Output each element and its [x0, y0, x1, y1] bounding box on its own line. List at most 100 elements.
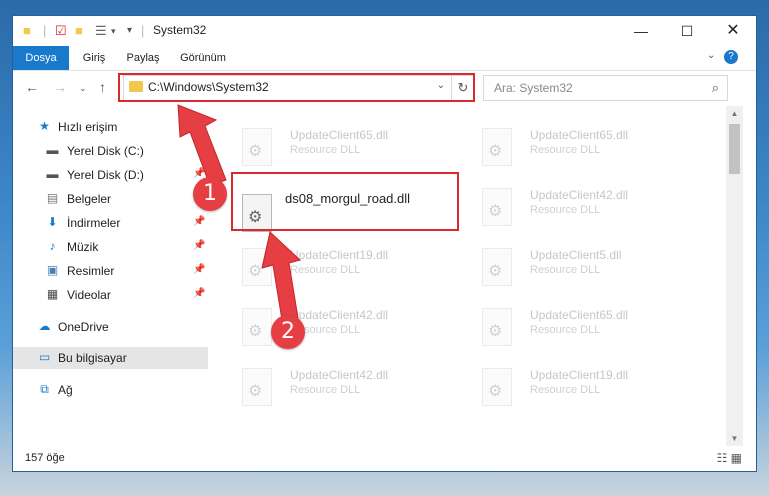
- new-folder-icon[interactable]: ■: [75, 23, 83, 39]
- list-item[interactable]: UpdateClient65.dll Resource DLL: [228, 120, 458, 174]
- dll-file-icon: [242, 248, 272, 286]
- scrollbar-thumb[interactable]: [729, 124, 740, 174]
- dll-file-icon: [482, 368, 512, 406]
- sidebar-item-label: Belgeler: [67, 192, 112, 206]
- search-input[interactable]: Ara: System32 ⌕: [483, 75, 728, 101]
- sidebar-item-downloads[interactable]: ⬇ İndirmeler 📌: [13, 212, 208, 234]
- customize-toolbar-icon[interactable]: ▾: [127, 23, 132, 39]
- file-name: UpdateClient19.dll: [530, 368, 629, 382]
- computer-icon: ▭: [38, 350, 51, 364]
- title-bar: ■ | ☑ ■ ☰ ▾ ▾ | System32 — ☐ ✕: [13, 16, 756, 46]
- sidebar-item-label: Bu bilgisayar: [58, 351, 127, 365]
- quick-access-toolbar-icon[interactable]: ☰: [95, 23, 107, 39]
- dll-file-icon: [242, 128, 272, 166]
- file-type: Resource DLL: [530, 264, 601, 276]
- recent-locations-icon[interactable]: ⌄: [79, 83, 87, 94]
- file-type: Resource DLL: [290, 384, 361, 396]
- help-icon[interactable]: ?: [724, 50, 738, 64]
- dll-file-icon: [482, 308, 512, 346]
- file-name: UpdateClient42.dll: [290, 308, 389, 322]
- file-type: Resource DLL: [530, 324, 601, 336]
- sidebar-item-label: Ağ: [58, 383, 73, 397]
- sidebar-item-quick-access[interactable]: ★ Hızlı erişim: [13, 116, 208, 138]
- forward-button[interactable]: →: [53, 79, 67, 95]
- file-name: UpdateClient65.dll: [290, 128, 389, 142]
- file-type: Resource DLL: [530, 204, 601, 216]
- list-item[interactable]: UpdateClient65.dll Resource DLL: [468, 300, 698, 354]
- sidebar-item-pictures[interactable]: ▣ Resimler 📌: [13, 260, 208, 282]
- sidebar-item-local-disk-d[interactable]: ▬ Yerel Disk (D:) 📌: [13, 164, 208, 186]
- list-item[interactable]: UpdateClient19.dll Resource DLL: [468, 360, 698, 414]
- network-icon: ⧉: [40, 382, 49, 396]
- sidebar-item-music[interactable]: ♪ Müzik 📌: [13, 236, 208, 258]
- scroll-up-icon[interactable]: ▲: [726, 109, 743, 118]
- list-item[interactable]: UpdateClient42.dll Resource DLL: [228, 360, 458, 414]
- drive-icon: ▬: [46, 167, 59, 181]
- scroll-down-icon[interactable]: ▼: [726, 434, 743, 443]
- list-item[interactable]: UpdateClient42.dll Resource DLL: [468, 180, 698, 234]
- tab-dosya[interactable]: Dosya: [13, 46, 69, 70]
- file-type: Resource DLL: [530, 384, 601, 396]
- list-item[interactable]: UpdateClient65.dll Resource DLL: [468, 120, 698, 174]
- video-icon: ▦: [46, 287, 59, 301]
- item-count: 157 öğe: [25, 452, 65, 464]
- callout-2: 2: [271, 315, 305, 349]
- list-item[interactable]: UpdateClient42.dll Resource DLL: [228, 300, 458, 354]
- search-placeholder: Ara: System32: [494, 81, 573, 95]
- vertical-scrollbar[interactable]: ▲ ▼: [726, 106, 743, 446]
- chevron-down-icon[interactable]: ▾: [111, 23, 116, 39]
- ribbon-expand-icon[interactable]: ⌄: [707, 50, 715, 61]
- separator-icon: |: [43, 23, 47, 38]
- tab-paylas[interactable]: Paylaş: [119, 46, 167, 70]
- pin-icon[interactable]: 📌: [193, 264, 205, 275]
- dll-file-icon: [482, 128, 512, 166]
- file-type: Resource DLL: [530, 144, 601, 156]
- address-highlight-box: [118, 73, 475, 102]
- sidebar-item-videos[interactable]: ▦ Videolar 📌: [13, 284, 208, 306]
- drive-icon: ▬: [46, 143, 59, 157]
- file-name: UpdateClient42.dll: [530, 188, 629, 202]
- navigation-pane: ★ Hızlı erişim ▬ Yerel Disk (C:) ▬ Yerel…: [13, 106, 208, 446]
- sidebar-item-network[interactable]: ⧉ Ağ: [13, 379, 208, 401]
- view-toggle-icons[interactable]: ☷ ▦: [717, 451, 742, 465]
- music-icon: ♪: [49, 239, 56, 253]
- callout-1: 1: [193, 177, 227, 211]
- cloud-icon: ☁: [38, 319, 51, 333]
- list-item[interactable]: UpdateClient19.dll Resource DLL: [228, 240, 458, 294]
- tab-gorunum[interactable]: Görünüm: [173, 46, 233, 70]
- back-button[interactable]: ←: [25, 79, 39, 95]
- sidebar-item-local-disk-c[interactable]: ▬ Yerel Disk (C:): [13, 140, 208, 162]
- maximize-button[interactable]: ☐: [664, 16, 710, 46]
- sidebar-item-label: Yerel Disk (D:): [67, 168, 144, 182]
- sidebar-item-label: İndirmeler: [67, 216, 121, 230]
- list-item[interactable]: UpdateClient5.dll Resource DLL: [468, 240, 698, 294]
- properties-icon[interactable]: ☑: [55, 23, 67, 39]
- sidebar-item-this-pc[interactable]: ▭ Bu bilgisayar: [13, 347, 208, 369]
- pin-icon[interactable]: 📌: [193, 240, 205, 251]
- sidebar-item-label: OneDrive: [58, 320, 109, 334]
- star-icon: ★: [39, 119, 50, 133]
- folder-icon: ■: [23, 23, 31, 38]
- up-button[interactable]: ↑: [99, 79, 106, 95]
- file-name: UpdateClient65.dll: [530, 308, 629, 322]
- status-bar: 157 öğe ☷ ▦: [13, 446, 756, 471]
- sidebar-item-label: Hızlı erişim: [58, 120, 118, 134]
- maximize-icon: ☐: [680, 23, 694, 39]
- ribbon: Dosya Giriş Paylaş Görünüm ⌄ ?: [13, 46, 756, 71]
- explorer-window: ■ | ☑ ■ ☰ ▾ ▾ | System32 — ☐ ✕ Dosya Gir…: [13, 16, 756, 471]
- separator-icon: |: [141, 23, 145, 38]
- pin-icon[interactable]: 📌: [193, 288, 205, 299]
- pin-icon[interactable]: 📌: [193, 216, 205, 227]
- minimize-icon: —: [634, 23, 648, 39]
- file-type: Resource DLL: [290, 264, 361, 276]
- sidebar-item-documents[interactable]: ▤ Belgeler 📌: [13, 188, 208, 210]
- minimize-button[interactable]: —: [618, 16, 664, 46]
- sidebar-item-onedrive[interactable]: ☁ OneDrive: [13, 316, 208, 338]
- dll-file-icon: [242, 308, 272, 346]
- sidebar-item-label: Resimler: [67, 264, 115, 278]
- file-name: UpdateClient19.dll: [290, 248, 389, 262]
- window-title: System32: [153, 23, 207, 37]
- sidebar-item-label: Müzik: [67, 240, 99, 254]
- close-button[interactable]: ✕: [710, 16, 756, 46]
- tab-giris[interactable]: Giriş: [73, 46, 115, 70]
